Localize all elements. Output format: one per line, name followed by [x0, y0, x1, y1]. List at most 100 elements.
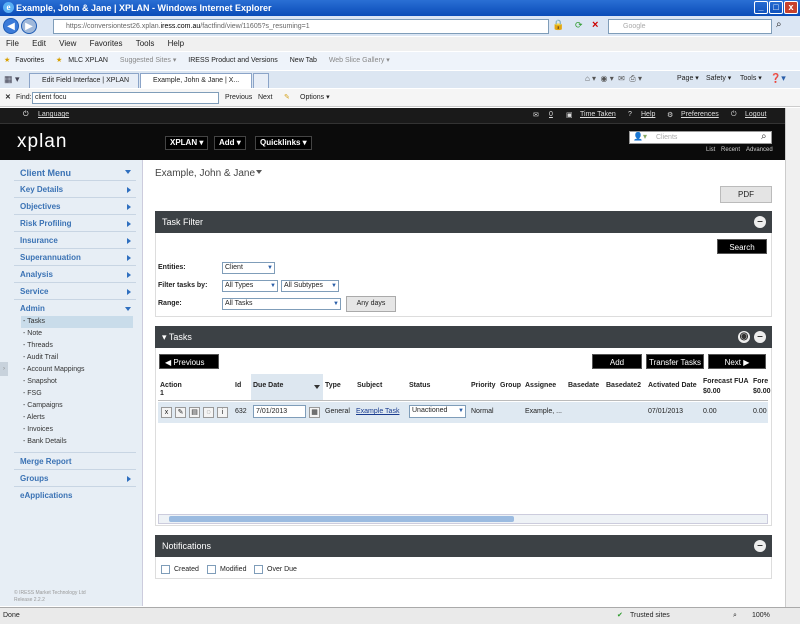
chevron-right-icon[interactable]	[127, 476, 131, 482]
lock-icon[interactable]: 🔒	[552, 20, 564, 31]
find-close-icon[interactable]: ✕	[5, 89, 11, 106]
admin-sub-snapshot[interactable]: - Snapshot	[23, 378, 57, 385]
add-menu[interactable]: Add ▾	[214, 136, 246, 150]
transfer-tasks-button[interactable]: Transfer Tasks	[646, 354, 704, 369]
client-title[interactable]: Example, John & Jane	[155, 168, 255, 179]
horizontal-scrollbar[interactable]	[158, 514, 768, 524]
fav-mlc-xplan[interactable]: MLC XPLAN	[68, 57, 108, 64]
minimize-icon[interactable]: _	[754, 1, 768, 14]
chevron-right-icon[interactable]	[127, 255, 131, 261]
quicklinks-menu[interactable]: Quicklinks ▾	[255, 136, 312, 150]
close-icon[interactable]: x	[161, 407, 172, 418]
collapse-icon[interactable]: –	[754, 216, 766, 228]
menu-view[interactable]: View	[59, 39, 76, 48]
col-basedate[interactable]: Basedate	[568, 382, 599, 389]
col-activated-date[interactable]: Activated Date	[648, 382, 697, 389]
security-zone[interactable]: Trusted sites	[630, 608, 670, 624]
favorites-button[interactable]: Favorites	[15, 57, 44, 64]
chevron-down-icon[interactable]	[125, 307, 131, 311]
chevron-right-icon[interactable]	[127, 221, 131, 227]
sidebar-item-key-details[interactable]: Key Details	[20, 185, 63, 194]
filter-types-select[interactable]: All Types	[222, 280, 278, 292]
sidebar-item-eapplications[interactable]: eApplications	[20, 491, 72, 500]
preferences-link[interactable]: Preferences	[681, 111, 719, 118]
chevron-right-icon[interactable]	[127, 204, 131, 210]
admin-sub-alerts[interactable]: - Alerts	[23, 414, 45, 421]
clients-search-input[interactable]: Clients	[629, 131, 772, 144]
scroll-thumb[interactable]	[169, 516, 514, 522]
fav-iress-product[interactable]: IRESS Product and Versions	[188, 57, 278, 64]
admin-sub-bank-details[interactable]: - Bank Details	[23, 438, 67, 445]
info-icon[interactable]: i	[217, 407, 228, 418]
tools-menu[interactable]: Tools ▾	[740, 74, 762, 82]
menu-tools[interactable]: Tools	[136, 39, 155, 48]
sort-desc-icon[interactable]	[314, 385, 320, 389]
over-due-checkbox[interactable]	[254, 565, 263, 574]
url-field[interactable]: https://conversiontest26.xplan.iress.com…	[53, 19, 549, 34]
tab-example-client[interactable]: Example, John & Jane | X...	[140, 73, 252, 88]
admin-sub-tasks[interactable]: - Tasks	[23, 318, 45, 325]
task-status-select[interactable]: Unactioned	[409, 405, 466, 418]
xplan-menu[interactable]: XPLAN ▾	[165, 136, 209, 150]
collapse-icon[interactable]: –	[754, 540, 766, 552]
messages-icon[interactable]: ✉	[533, 111, 539, 119]
fav-suggested-sites[interactable]: Suggested Sites ▾	[120, 57, 176, 64]
task-filter-header[interactable]: Task Filter –	[155, 211, 772, 233]
logout-link[interactable]: Logout	[745, 111, 766, 118]
sidebar-item-admin[interactable]: Admin	[20, 304, 45, 313]
add-task-button[interactable]: Add	[592, 354, 642, 369]
help-link[interactable]: Help	[641, 111, 655, 118]
messages-count[interactable]: 0	[549, 111, 553, 118]
edit-icon[interactable]: ✎	[175, 407, 186, 418]
col-priority[interactable]: Priority	[471, 382, 496, 389]
range-select[interactable]: All Tasks	[222, 298, 341, 310]
admin-sub-invoices[interactable]: - Invoices	[23, 426, 53, 433]
document-icon[interactable]: ▤	[189, 407, 200, 418]
help-icon[interactable]: ❓▾	[770, 73, 786, 84]
forward-icon[interactable]: ▶	[21, 18, 37, 34]
entities-select[interactable]: Client	[222, 262, 275, 274]
admin-sub-campaigns[interactable]: - Campaigns	[23, 402, 63, 409]
back-icon[interactable]: ◀	[3, 18, 19, 34]
clients-list-link[interactable]: List	[706, 147, 715, 153]
col-forecast-fua[interactable]: Forecast FUA	[703, 378, 749, 385]
col-status[interactable]: Status	[409, 382, 430, 389]
col-type[interactable]: Type	[325, 382, 341, 389]
collapse-icon[interactable]: –	[754, 331, 766, 343]
col-assignee[interactable]: Assignee	[525, 382, 556, 389]
col-basedate2[interactable]: Basedate2	[606, 382, 641, 389]
sidebar-item-superannuation[interactable]: Superannuation	[20, 253, 81, 262]
find-options[interactable]: Options ▾	[300, 89, 330, 106]
client-type-icon[interactable]: 👤▾	[633, 132, 647, 141]
tasks-header[interactable]: ▾ Tasks ◉ –	[155, 326, 772, 348]
admin-sub-account-mappings[interactable]: - Account Mappings	[23, 366, 84, 373]
sidebar-item-risk-profiling[interactable]: Risk Profiling	[20, 219, 72, 228]
sidebar-item-analysis[interactable]: Analysis	[20, 270, 53, 279]
sidebar-item-groups[interactable]: Groups	[20, 474, 48, 483]
col-id[interactable]: Id	[235, 382, 241, 389]
client-title-chevron-icon[interactable]	[256, 170, 262, 174]
clients-search-icon[interactable]: ⌕	[761, 131, 767, 142]
any-days-button[interactable]: Any days	[346, 296, 396, 312]
new-tab-button[interactable]	[253, 73, 269, 88]
menu-help[interactable]: Help	[168, 39, 184, 48]
admin-sub-note[interactable]: - Note	[23, 330, 42, 337]
menu-favorites[interactable]: Favorites	[90, 39, 123, 48]
safety-menu[interactable]: Safety ▾	[706, 74, 731, 82]
col-subject[interactable]: Subject	[357, 382, 382, 389]
col-fore[interactable]: Fore	[753, 378, 768, 385]
task-subject-link[interactable]: Example Task	[356, 408, 399, 415]
tab-edit-field[interactable]: Edit Field Interface | XPLAN	[29, 73, 139, 88]
fav-web-slice[interactable]: Web Slice Gallery ▾	[329, 57, 390, 64]
due-date-input[interactable]: 7/01/2013	[253, 405, 306, 418]
filter-subtypes-select[interactable]: All Subtypes	[281, 280, 339, 292]
chevron-right-icon[interactable]	[127, 272, 131, 278]
refresh-icon[interactable]: ⟳	[575, 20, 583, 31]
col-group[interactable]: Group	[500, 382, 521, 389]
fav-new-tab[interactable]: New Tab	[290, 57, 317, 64]
chevron-right-icon[interactable]	[127, 238, 131, 244]
menu-file[interactable]: File	[6, 39, 19, 48]
menu-edit[interactable]: Edit	[32, 39, 46, 48]
maximize-icon[interactable]: □	[769, 1, 783, 14]
time-taken-link[interactable]: Time Taken	[580, 111, 616, 118]
